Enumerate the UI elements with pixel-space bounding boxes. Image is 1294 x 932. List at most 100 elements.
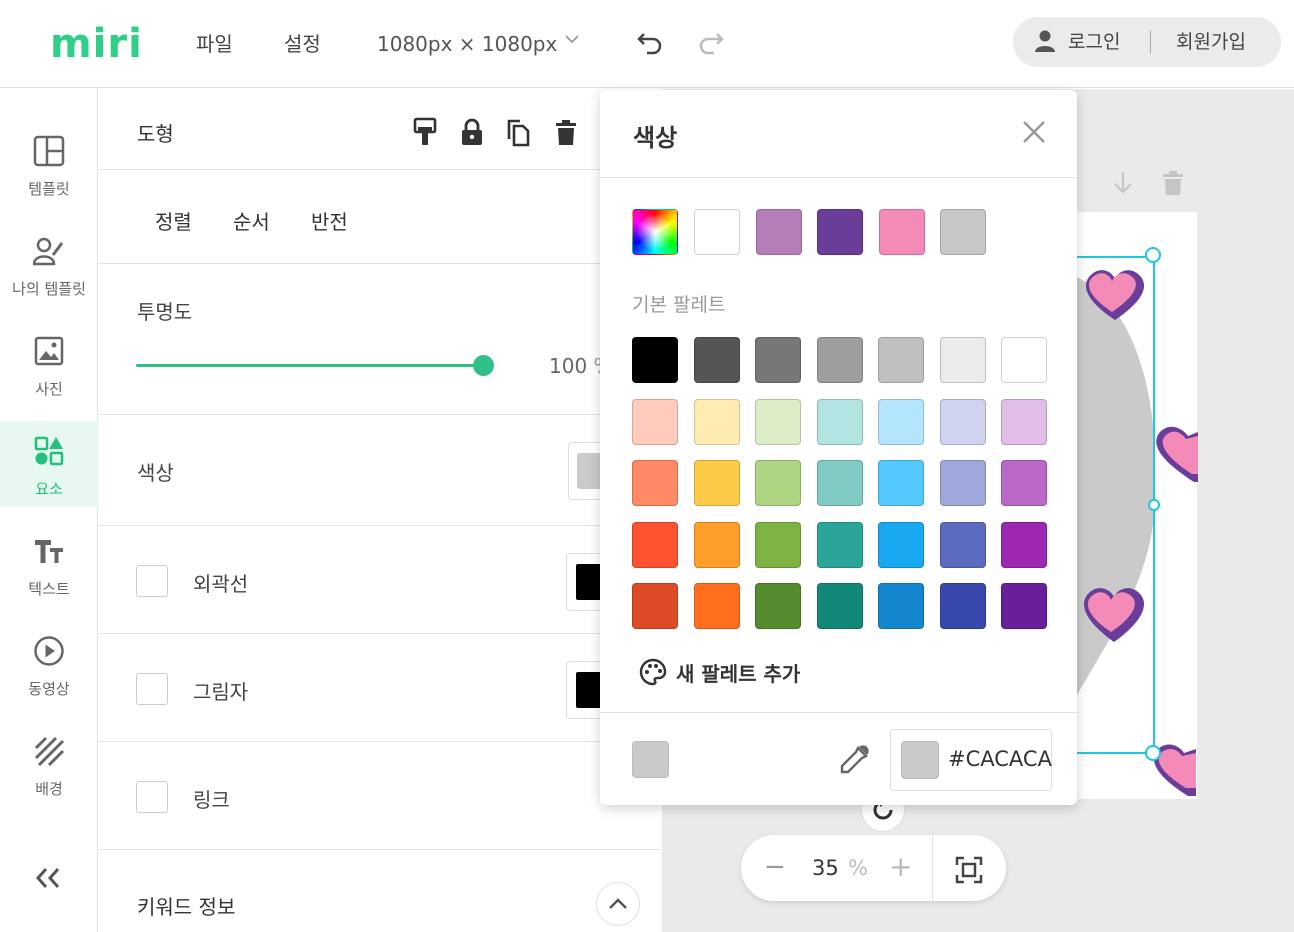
divider [99,169,661,170]
palette-color-swatch[interactable] [878,460,924,506]
outline-checkbox[interactable] [136,565,168,597]
redo-icon[interactable] [697,28,725,63]
collapse-sidebar-icon[interactable] [34,866,62,897]
palette-color-swatch[interactable] [755,521,801,568]
palette-color-swatch[interactable] [693,460,740,506]
close-icon[interactable] [1020,118,1048,153]
palette-color-swatch[interactable] [755,460,801,506]
custom-color-picker-button[interactable] [632,209,678,255]
trash-icon[interactable] [554,117,578,147]
shadow-checkbox[interactable] [136,673,168,705]
paint-format-icon[interactable] [413,117,437,147]
canvas-size-select[interactable]: 1080px × 1080px [377,30,557,58]
palette-color-swatch[interactable] [632,521,678,568]
palette-color-swatch[interactable] [755,398,801,445]
text-icon [33,535,65,567]
palette-color-swatch[interactable] [939,460,986,506]
move-down-icon[interactable] [1112,170,1134,202]
palette-color-swatch[interactable] [632,337,678,383]
signup-button[interactable]: 회원가입 [1176,29,1246,55]
palette-color-swatch[interactable] [939,583,986,629]
palette-color-swatch[interactable] [1001,583,1047,629]
palette-color-swatch[interactable] [878,521,924,568]
opacity-slider-handle[interactable] [473,355,494,376]
resize-handle-right[interactable] [1148,499,1160,511]
palette-color-swatch[interactable] [632,583,678,629]
add-palette-button[interactable]: 새 팔레트 추가 [676,658,800,687]
divider [99,633,661,634]
fit-screen-icon[interactable] [955,856,983,884]
palette-color-swatch[interactable] [1001,460,1047,506]
link-checkbox[interactable] [136,781,168,813]
trash-icon[interactable] [1162,170,1184,202]
recent-color-swatch[interactable] [755,209,802,255]
nav-label: 배경 [35,780,63,798]
chevron-down-icon[interactable] [564,31,580,51]
divider [99,263,661,264]
palette-color-swatch[interactable] [755,583,801,629]
nav-background[interactable]: 배경 [0,721,98,807]
layout-icon [33,135,65,167]
palette-color-swatch[interactable] [816,460,863,506]
palette-color-swatch[interactable] [878,583,924,629]
palette-color-swatch[interactable] [1001,398,1047,445]
tab-order[interactable]: 순서 [233,206,270,235]
palette-color-swatch[interactable] [693,398,740,445]
nav-templates[interactable]: 템플릿 [0,121,98,207]
palette-color-swatch[interactable] [878,337,924,383]
undo-icon[interactable] [636,28,664,63]
recent-color-swatch[interactable] [940,209,986,255]
palette-icon [639,658,667,686]
tab-flip[interactable]: 반전 [311,206,348,235]
recent-color-swatch[interactable] [878,209,925,255]
logo[interactable]: miri [50,22,143,66]
palette-color-swatch[interactable] [816,398,863,445]
nav-photos[interactable]: 사진 [0,321,98,407]
zoom-in-button[interactable]: + [889,850,912,883]
palette-color-swatch[interactable] [816,521,863,568]
tab-align[interactable]: 정렬 [155,206,192,235]
palette-color-swatch[interactable] [755,337,801,383]
palette-color-swatch[interactable] [1001,337,1047,383]
divider [932,835,933,901]
zoom-unit: % [848,856,868,880]
palette-color-swatch[interactable] [816,337,863,383]
palette-color-swatch[interactable] [693,583,740,629]
nav-text[interactable]: 텍스트 [0,521,98,607]
menu-settings[interactable]: 설정 [284,30,321,58]
lock-icon[interactable] [460,117,484,147]
recent-color-swatch[interactable] [817,209,863,255]
zoom-out-button[interactable]: − [764,852,786,882]
nav-video[interactable]: 동영상 [0,621,98,707]
resize-handle-top-right[interactable] [1145,247,1161,263]
palette-color-swatch[interactable] [693,337,740,383]
current-color-swatch[interactable] [632,741,669,778]
palette-color-swatch[interactable] [693,521,740,568]
opacity-slider-track[interactable] [136,364,484,367]
background-icon [33,735,65,767]
palette-color-swatch[interactable] [632,398,678,445]
login-button[interactable]: 로그인 [1068,29,1120,55]
palette-color-swatch[interactable] [816,583,863,629]
hex-value[interactable]: #CACACA [948,747,1052,771]
palette-color-swatch[interactable] [939,521,986,568]
palette-color-swatch[interactable] [939,337,986,383]
palette-color-swatch[interactable] [878,398,924,445]
menu-file[interactable]: 파일 [196,30,233,58]
divider [99,741,661,742]
duplicate-icon[interactable] [506,117,530,147]
resize-handle-bottom-right[interactable] [1145,745,1161,761]
palette-color-swatch[interactable] [1001,521,1047,568]
palette-color-swatch[interactable] [939,398,986,445]
palette-color-swatch[interactable] [632,460,678,506]
color-label: 색상 [137,461,174,485]
elements-icon [33,435,65,467]
eyedropper-icon[interactable] [838,744,870,776]
nav-my-templates[interactable]: 나의 템플릿 [0,221,98,307]
keyword-toggle-button[interactable] [596,882,640,926]
nav-elements[interactable]: 요소 [0,421,98,507]
recent-color-swatch[interactable] [694,209,740,255]
zoom-value[interactable]: 35 [812,856,839,880]
heart-sticker[interactable] [1150,422,1200,488]
nav-label: 나의 템플릿 [12,280,86,298]
